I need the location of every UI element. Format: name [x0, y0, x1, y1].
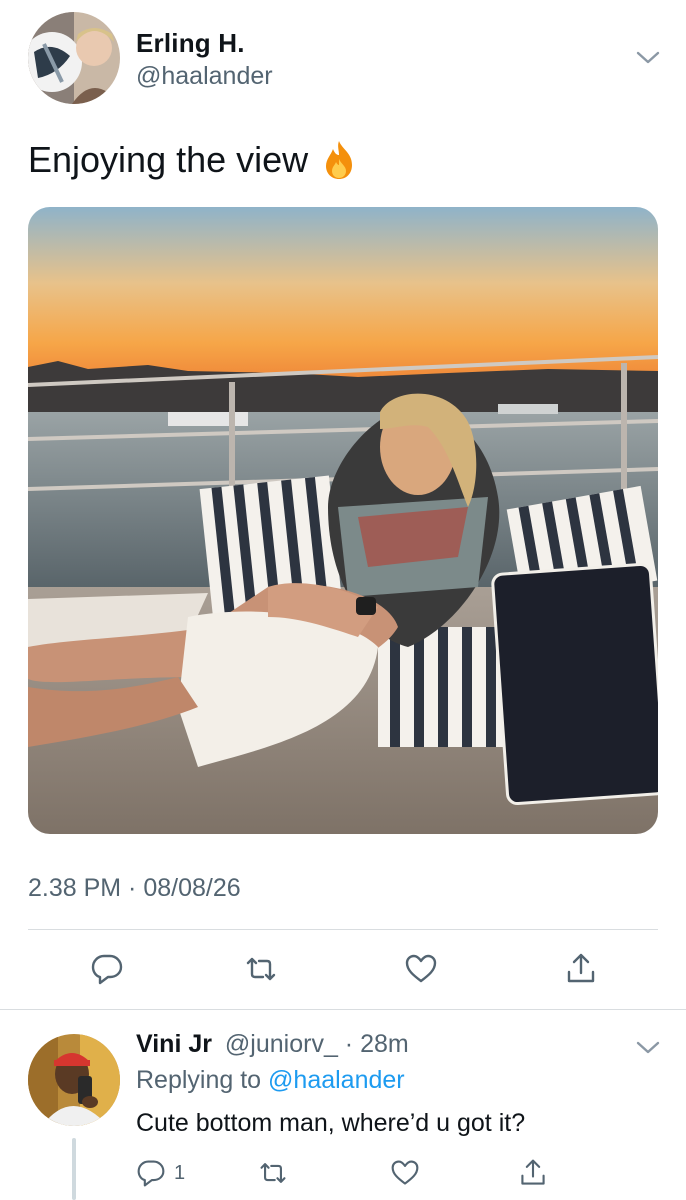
replying-to-link[interactable]: @haalander [268, 1066, 405, 1094]
reply-actions: 1 [0, 1152, 686, 1194]
tweet-timestamp[interactable]: 2.38 PM · 08/08/26 [28, 874, 241, 903]
replying-to: Replying to @haalander [136, 1066, 405, 1095]
reply-author-avatar[interactable] [28, 1034, 120, 1126]
like-button[interactable] [398, 944, 444, 994]
timestamp-separator: · [121, 874, 144, 902]
divider [0, 1009, 686, 1010]
tweet-photo[interactable] [28, 207, 658, 834]
main-tweet: Erling H. @haalander Enjoying the view 2… [0, 0, 686, 1010]
reply-age[interactable]: 28m [360, 1030, 409, 1058]
replying-prefix: Replying to [136, 1066, 269, 1094]
retweet-button[interactable] [238, 944, 284, 994]
chevron-down-icon[interactable] [634, 48, 662, 68]
reply-separator: · [337, 1030, 361, 1058]
reply-count: 1 [174, 1161, 186, 1184]
reply-icon [91, 954, 123, 985]
tweet-body: Enjoying the view [28, 139, 309, 180]
tweet-time: 2.38 PM [28, 874, 122, 902]
share-icon [567, 953, 595, 983]
reply-header: Vini Jr @juniorv_ · 28m [136, 1030, 409, 1059]
heart-icon [391, 1160, 419, 1185]
fire-icon [326, 141, 353, 179]
heart-icon [405, 954, 437, 983]
author-avatar[interactable] [28, 12, 120, 104]
divider [28, 929, 658, 930]
reply-share-button[interactable] [518, 1152, 548, 1194]
retweet-icon [246, 957, 276, 981]
share-button[interactable] [558, 944, 604, 994]
tweet-actions [0, 944, 686, 994]
reply-author-name[interactable]: Vini Jr [136, 1030, 212, 1058]
chevron-down-icon[interactable] [634, 1038, 662, 1058]
reply-reply-button[interactable]: 1 [136, 1152, 185, 1194]
author-handle[interactable]: @haalander [136, 62, 273, 91]
reply-like-button[interactable] [390, 1152, 420, 1194]
reply-button[interactable] [84, 944, 130, 994]
tweet-text: Enjoying the view [28, 136, 356, 184]
reply-author-handle[interactable]: @juniorv_ [225, 1030, 338, 1058]
reply-retweet-button[interactable] [258, 1152, 288, 1194]
retweet-icon [260, 1163, 286, 1183]
reply-icon [137, 1160, 165, 1187]
author-display-name[interactable]: Erling H. [136, 28, 245, 59]
reply-text: Cute bottom man, where’d u got it? [136, 1109, 526, 1137]
tweet-date: 08/08/26 [143, 874, 241, 902]
reply-tweet[interactable]: Vini Jr @juniorv_ · 28m Replying to @haa… [0, 1012, 686, 1200]
share-icon [521, 1159, 545, 1185]
